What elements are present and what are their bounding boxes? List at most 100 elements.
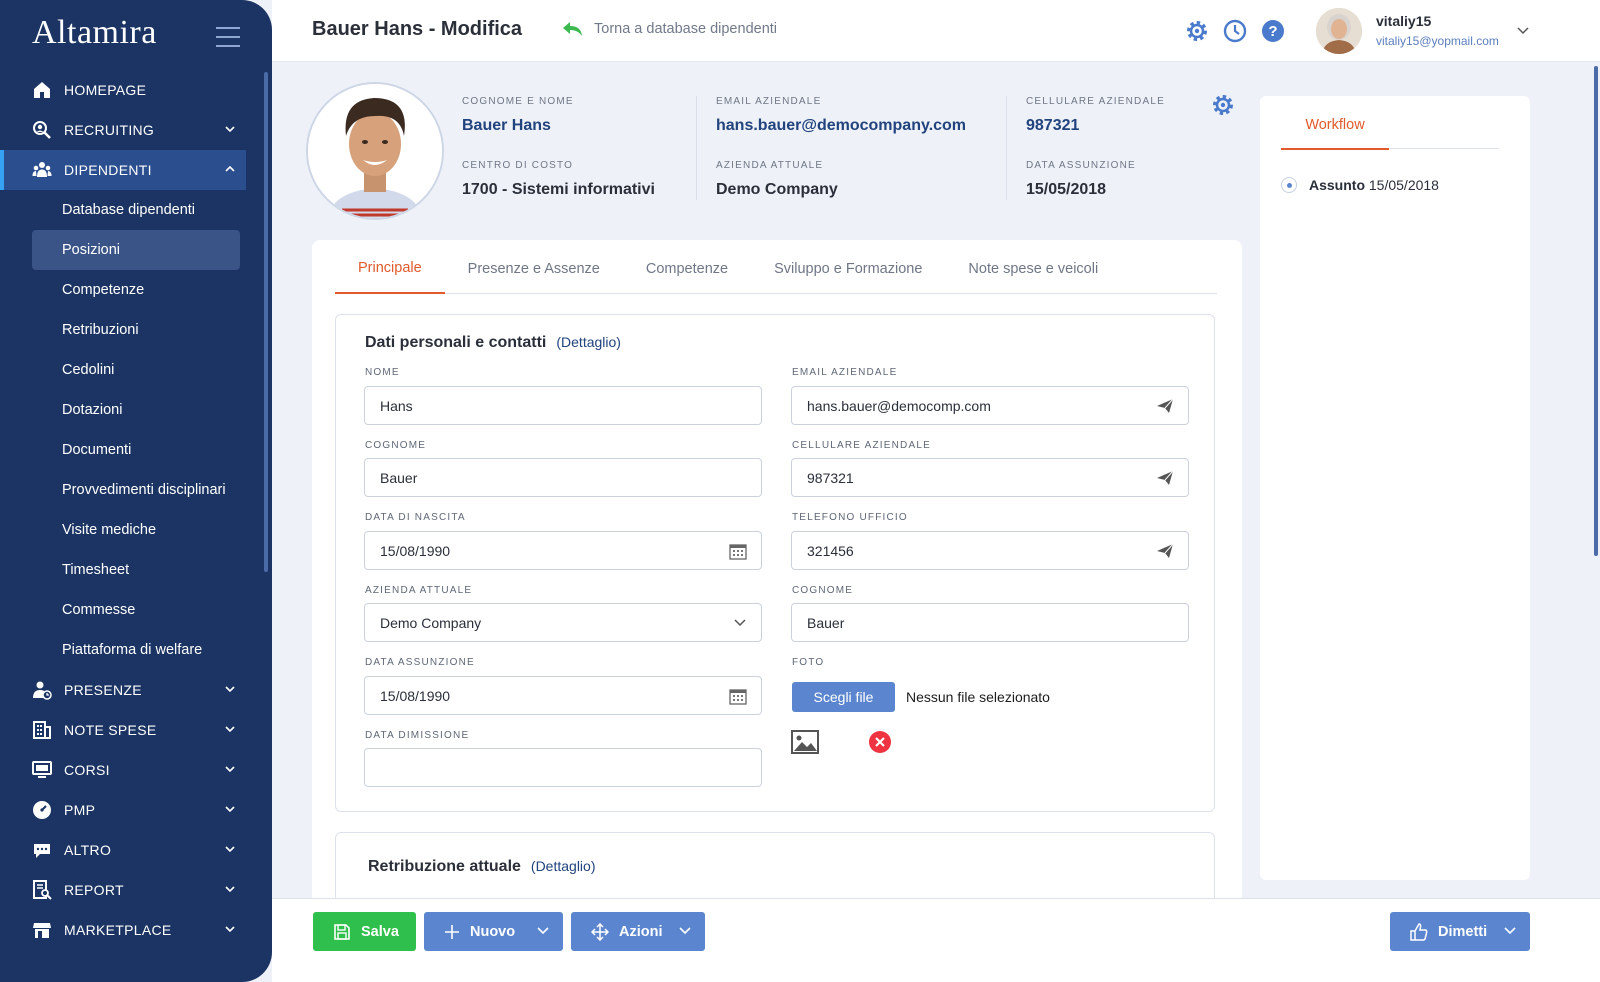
actions-button[interactable]: Azioni bbox=[571, 912, 705, 951]
tab-competenze[interactable]: Competenze bbox=[623, 244, 751, 294]
clock-icon[interactable] bbox=[1222, 18, 1248, 44]
sidebar-subitem-retribuzioni[interactable]: Retribuzioni bbox=[0, 310, 246, 350]
nome-value: Hans bbox=[380, 397, 413, 414]
sidebar-subitem-timesheet[interactable]: Timesheet bbox=[0, 550, 246, 590]
send-icon[interactable] bbox=[1156, 398, 1174, 414]
tel-field[interactable]: 321456 bbox=[791, 531, 1189, 570]
actions-button-label: Azioni bbox=[619, 923, 663, 940]
send-icon[interactable] bbox=[1156, 543, 1174, 559]
detail-link[interactable]: (Dettaglio) bbox=[531, 858, 596, 874]
chevron-down-icon bbox=[537, 927, 549, 935]
sidebar-scrollbar[interactable] bbox=[264, 72, 268, 572]
panel-title-text: Dati personali e contatti bbox=[365, 334, 547, 351]
nascita-field[interactable]: 15/08/1990 bbox=[364, 531, 762, 570]
sidebar-item-presenze[interactable]: PRESENZE bbox=[0, 670, 246, 710]
tab-principale[interactable]: Principale bbox=[335, 244, 445, 294]
chevron-down-icon[interactable] bbox=[1516, 25, 1530, 37]
sidebar-item-report[interactable]: REPORT bbox=[0, 870, 246, 910]
menu-toggle-icon[interactable] bbox=[216, 27, 240, 54]
sidebar-item-pmp[interactable]: PMP bbox=[0, 790, 246, 830]
tab-note-spese-veicoli[interactable]: Note spese e veicoli bbox=[945, 244, 1121, 294]
chevron-down-icon bbox=[225, 846, 235, 853]
calendar-icon[interactable] bbox=[729, 543, 747, 560]
profile-name[interactable]: Bauer Hans bbox=[462, 117, 574, 135]
sidebar: Altamira HOMEPAGE RECRUITING DIPENDENTI … bbox=[0, 0, 272, 982]
sidebar-subitem-welfare[interactable]: Piattaforma di welfare bbox=[0, 630, 246, 670]
choose-file-button[interactable]: Scegli file bbox=[792, 682, 895, 712]
delete-photo-icon[interactable] bbox=[868, 730, 892, 754]
sidebar-item-homepage[interactable]: HOMEPAGE bbox=[0, 70, 246, 110]
tab-presenze-assenze[interactable]: Presenze e Assenze bbox=[445, 244, 623, 294]
sidebar-subitem-provvedimenti[interactable]: Provvedimenti disciplinari bbox=[0, 470, 246, 510]
sidebar-subitem-competenze[interactable]: Competenze bbox=[0, 270, 246, 310]
save-icon bbox=[333, 923, 351, 941]
profile-email-field: EMAIL AZIENDALE hans.bauer@democompany.c… bbox=[716, 96, 966, 135]
divider bbox=[1006, 96, 1007, 200]
sidebar-item-dipendenti[interactable]: DIPENDENTI bbox=[0, 150, 246, 190]
settings-gear-icon[interactable] bbox=[1184, 18, 1210, 44]
panel-title: Dati personali e contatti (Dettaglio) bbox=[365, 334, 621, 352]
chevron-up-icon bbox=[225, 165, 235, 172]
sidebar-item-marketplace[interactable]: MARKETPLACE bbox=[0, 910, 246, 950]
tab-sviluppo-formazione[interactable]: Sviluppo e Formazione bbox=[751, 244, 945, 294]
sidebar-item-label: RECRUITING bbox=[64, 122, 155, 138]
divider bbox=[1389, 148, 1499, 149]
sidebar-subitem-documenti[interactable]: Documenti bbox=[0, 430, 246, 470]
calendar-icon[interactable] bbox=[729, 688, 747, 705]
sidebar-item-recruiting[interactable]: RECRUITING bbox=[0, 110, 246, 150]
send-icon[interactable] bbox=[1156, 470, 1174, 486]
gauge-icon bbox=[32, 800, 52, 820]
sidebar-item-corsi[interactable]: CORSI bbox=[0, 750, 246, 790]
store-icon bbox=[32, 920, 52, 940]
user-avatar[interactable] bbox=[1316, 8, 1362, 54]
users-icon bbox=[32, 160, 52, 180]
chevron-down-icon bbox=[679, 927, 691, 935]
page-title: Bauer Hans - Modifica bbox=[312, 18, 523, 40]
nome-field[interactable]: Hans bbox=[364, 386, 762, 425]
profile-phone[interactable]: 987321 bbox=[1026, 117, 1165, 135]
dimissione-label: DATA DIMISSIONE bbox=[365, 730, 470, 741]
back-link[interactable]: Torna a database dipendenti bbox=[562, 21, 777, 37]
user-name[interactable]: vitaliy15 bbox=[1376, 13, 1431, 29]
cognome-field[interactable]: Bauer bbox=[364, 458, 762, 497]
help-icon[interactable]: ? bbox=[1260, 18, 1286, 44]
resign-button-label: Dimetti bbox=[1438, 923, 1488, 940]
chevron-down-icon bbox=[225, 126, 235, 133]
move-icon bbox=[591, 922, 609, 941]
cell-field[interactable]: 987321 bbox=[791, 458, 1189, 497]
main-scrollbar[interactable] bbox=[1594, 66, 1598, 556]
sidebar-subitem-cedolini[interactable]: Cedolini bbox=[0, 350, 246, 390]
resign-button[interactable]: Dimetti bbox=[1390, 912, 1530, 951]
sidebar-nav: HOMEPAGE RECRUITING DIPENDENTI Database … bbox=[0, 70, 246, 950]
sidebar-subitem-dotazioni[interactable]: Dotazioni bbox=[0, 390, 246, 430]
email-label: EMAIL AZIENDALE bbox=[792, 367, 898, 378]
tab-workflow[interactable]: Workflow bbox=[1281, 102, 1389, 150]
sidebar-subitem-posizioni[interactable]: Posizioni bbox=[32, 230, 240, 270]
sidebar-subitem-database-dipendenti[interactable]: Database dipendenti bbox=[0, 190, 246, 230]
workflow-date: 15/05/2018 bbox=[1368, 177, 1439, 193]
profile-cost-label: CENTRO DI COSTO bbox=[462, 160, 574, 171]
tab-bar: Principale Presenze e Assenze Competenze… bbox=[335, 244, 1217, 294]
nascita-value: 15/08/1990 bbox=[380, 542, 451, 559]
profile-settings-gear-icon[interactable] bbox=[1210, 92, 1236, 118]
sidebar-subitem-visite-mediche[interactable]: Visite mediche bbox=[0, 510, 246, 550]
sidebar-item-altro[interactable]: ALTRO bbox=[0, 830, 246, 870]
app-logo[interactable]: Altamira bbox=[32, 14, 157, 52]
email-field[interactable]: hans.bauer@democomp.com bbox=[791, 386, 1189, 425]
detail-link[interactable]: (Dettaglio) bbox=[556, 334, 621, 350]
user-email: vitaliy15@yopmail.com bbox=[1376, 34, 1499, 48]
sidebar-subitem-commesse[interactable]: Commesse bbox=[0, 590, 246, 630]
sidebar-item-note-spese[interactable]: NOTE SPESE bbox=[0, 710, 246, 750]
panel-title: Retribuzione attuale (Dettaglio) bbox=[368, 858, 596, 876]
sidebar-item-label: ALTRO bbox=[64, 842, 112, 858]
sidebar-item-label: NOTE SPESE bbox=[64, 722, 157, 738]
top-icons: ? bbox=[1184, 18, 1298, 44]
azienda-select[interactable]: Demo Company bbox=[364, 603, 762, 642]
profile-email[interactable]: hans.bauer@democompany.com bbox=[716, 117, 966, 135]
assunzione-field[interactable]: 15/08/1990 bbox=[364, 676, 762, 715]
dimissione-field[interactable] bbox=[364, 748, 762, 787]
cognome2-field[interactable]: Bauer bbox=[791, 603, 1189, 642]
new-button[interactable]: Nuovo bbox=[424, 912, 563, 951]
chat-icon bbox=[32, 840, 52, 860]
save-button[interactable]: Salva bbox=[313, 912, 416, 951]
